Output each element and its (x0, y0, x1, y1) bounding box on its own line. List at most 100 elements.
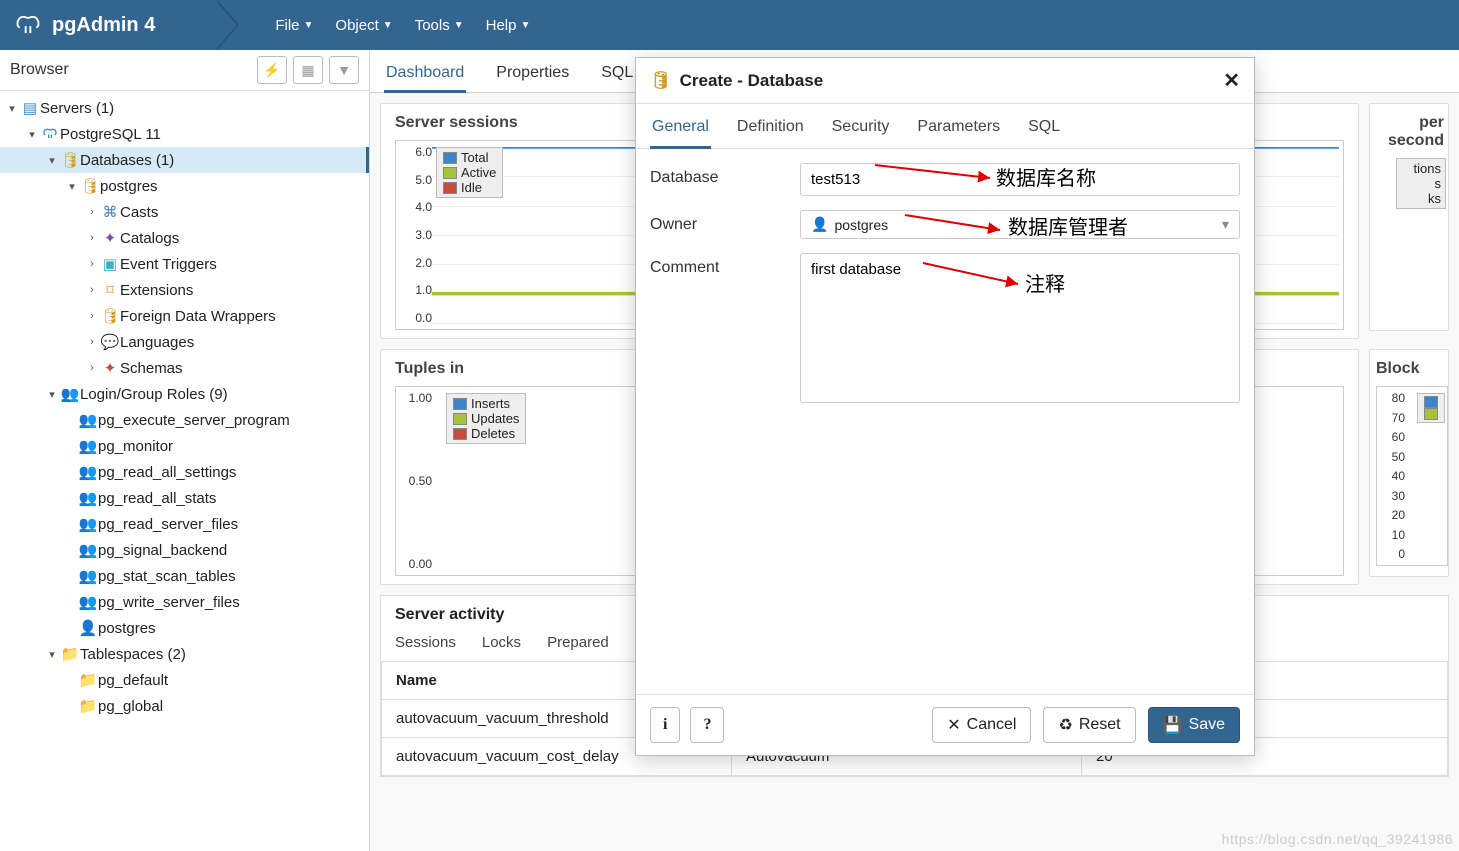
info-button[interactable]: i (650, 707, 680, 743)
chevron-down-icon: ▼ (383, 20, 393, 31)
catalog-icon: ✦ (100, 229, 120, 247)
object-tree[interactable]: ▾▤Servers (1) ▾PostgreSQL 11 ▾🛢Databases… (0, 91, 369, 723)
tree-tablespaces[interactable]: ▾📁Tablespaces (2) (0, 641, 369, 667)
dialog-tab-sql[interactable]: SQL (1026, 112, 1062, 148)
trigger-icon: ▣ (100, 255, 120, 273)
tree-extensions[interactable]: ›⌑Extensions (0, 277, 369, 303)
tree-tablespace[interactable]: 📁pg_global (0, 693, 369, 719)
tree-db-postgres[interactable]: ▾🛢postgres (0, 173, 369, 199)
tree-fdw[interactable]: ›🛢Foreign Data Wrappers (0, 303, 369, 329)
language-icon: 💬 (100, 333, 120, 351)
role-icon: 👥 (78, 567, 98, 585)
main-menu: File▼ Object▼ Tools▼ Help▼ (275, 17, 530, 34)
role-icon: 👤 (78, 619, 98, 637)
user-icon: 👤 (811, 216, 828, 233)
database-icon: 🛢 (80, 177, 100, 195)
tab-dashboard[interactable]: Dashboard (384, 56, 466, 93)
query-tool-button[interactable]: ⚡ (257, 56, 287, 84)
role-icon: 👥 (78, 437, 98, 455)
tree-role[interactable]: 👥pg_monitor (0, 433, 369, 459)
filter-button[interactable]: ▼ (329, 56, 359, 84)
tree-login-roles[interactable]: ▾👥Login/Group Roles (9) (0, 381, 369, 407)
save-button[interactable]: 💾Save (1148, 707, 1240, 743)
panel-block: Block 80706050403020100 (1369, 349, 1449, 577)
tree-languages[interactable]: ›💬Languages (0, 329, 369, 355)
tree-schemas[interactable]: ›✦Schemas (0, 355, 369, 381)
folder-icon: 📁 (78, 671, 98, 689)
watermark: https://blog.csdn.net/qq_39241986 (1222, 831, 1453, 847)
role-icon: 👥 (78, 463, 98, 481)
role-icon: 👥 (78, 541, 98, 559)
chevron-down-icon: ▼ (454, 20, 464, 31)
comment-textarea[interactable] (800, 253, 1240, 403)
schema-icon: ✦ (100, 359, 120, 377)
save-icon: 💾 (1163, 715, 1183, 735)
chevron-down-icon: ▼ (520, 20, 530, 31)
tree-tablespace[interactable]: 📁pg_default (0, 667, 369, 693)
tree-role[interactable]: 👥pg_read_all_settings (0, 459, 369, 485)
extension-icon: ⌑ (100, 281, 120, 299)
database-name-input[interactable] (800, 163, 1240, 196)
menu-object[interactable]: Object▼ (335, 17, 392, 34)
cast-icon: ⌘ (100, 203, 120, 221)
fdw-icon: 🛢 (100, 307, 120, 325)
cancel-button[interactable]: ✕Cancel (932, 707, 1031, 743)
tab-sql[interactable]: SQL (599, 56, 635, 92)
elephant-icon (14, 11, 42, 39)
tree-role[interactable]: 👤postgres (0, 615, 369, 641)
elephant-icon (40, 126, 60, 142)
tree-event-triggers[interactable]: ›▣Event Triggers (0, 251, 369, 277)
chart-legend: Inserts Updates Deletes (446, 393, 526, 444)
panel-per-second: per second tionssks (1369, 103, 1449, 331)
role-icon: 👥 (78, 489, 98, 507)
help-button[interactable]: ? (690, 707, 724, 743)
tree-role[interactable]: 👥pg_read_server_files (0, 511, 369, 537)
tree-role[interactable]: 👥pg_signal_backend (0, 537, 369, 563)
dialog-tab-definition[interactable]: Definition (735, 112, 806, 148)
close-icon: ✕ (947, 715, 960, 735)
close-icon[interactable]: ✕ (1223, 68, 1240, 93)
label-comment: Comment (650, 253, 800, 277)
tree-role[interactable]: 👥pg_write_server_files (0, 589, 369, 615)
chevron-down-icon: ▾ (1222, 216, 1229, 233)
label-database: Database (650, 163, 800, 187)
tablespace-icon: 📁 (60, 645, 80, 663)
dialog-tab-parameters[interactable]: Parameters (915, 112, 1002, 148)
role-icon: 👥 (78, 411, 98, 429)
roles-icon: 👥 (60, 385, 80, 403)
subtab-sessions[interactable]: Sessions (395, 634, 456, 651)
dialog-tab-security[interactable]: Security (830, 112, 892, 148)
menu-file[interactable]: File▼ (275, 17, 313, 34)
chevron-down-icon: ▼ (304, 20, 314, 31)
recycle-icon: ♻ (1058, 715, 1072, 735)
tree-server-pg11[interactable]: ▾PostgreSQL 11 (0, 121, 369, 147)
role-icon: 👥 (78, 515, 98, 533)
tree-role[interactable]: 👥pg_execute_server_program (0, 407, 369, 433)
database-icon: 🛢 (650, 71, 672, 91)
menu-tools[interactable]: Tools▼ (415, 17, 464, 34)
label-owner: Owner (650, 210, 800, 234)
browser-sidebar: Browser ⚡ ▦ ▼ ▾▤Servers (1) ▾PostgreSQL … (0, 50, 370, 851)
servers-icon: ▤ (20, 99, 40, 117)
reset-button[interactable]: ♻Reset (1043, 707, 1135, 743)
owner-select[interactable]: 👤postgres ▾ (800, 210, 1240, 239)
tree-role[interactable]: 👥pg_stat_scan_tables (0, 563, 369, 589)
app-title: pgAdmin 4 (52, 14, 155, 37)
tree-role[interactable]: 👥pg_read_all_stats (0, 485, 369, 511)
tab-properties[interactable]: Properties (494, 56, 571, 92)
subtab-locks[interactable]: Locks (482, 634, 521, 651)
chart-legend: Total Active Idle (436, 147, 503, 198)
sidebar-title: Browser (10, 61, 69, 79)
subtab-prepared[interactable]: Prepared (547, 634, 609, 651)
tree-catalogs[interactable]: ›✦Catalogs (0, 225, 369, 251)
create-database-dialog: 🛢Create - Database ✕ General Definition … (635, 57, 1255, 756)
tree-servers[interactable]: ▾▤Servers (1) (0, 95, 369, 121)
role-icon: 👥 (78, 593, 98, 611)
dialog-tab-general[interactable]: General (650, 112, 711, 149)
menu-help[interactable]: Help▼ (486, 17, 531, 34)
folder-icon: 📁 (78, 697, 98, 715)
view-data-button[interactable]: ▦ (293, 56, 323, 84)
tree-casts[interactable]: ›⌘Casts (0, 199, 369, 225)
tree-databases[interactable]: ▾🛢Databases (1) (0, 147, 369, 173)
database-icon: 🛢 (60, 151, 80, 169)
